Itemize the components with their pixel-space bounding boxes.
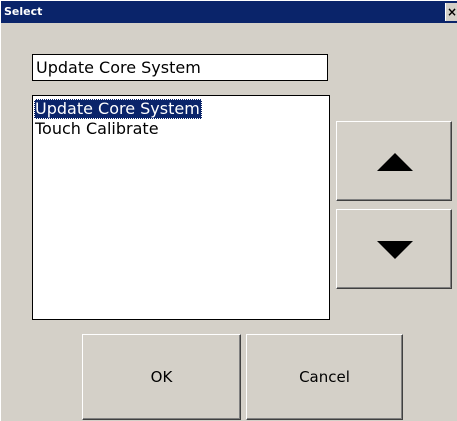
close-button[interactable]: × (445, 3, 457, 21)
close-icon: × (446, 5, 457, 19)
window-title: Select (4, 5, 43, 18)
cancel-button[interactable]: Cancel (246, 334, 403, 420)
selection-text-field[interactable]: Update Core System (32, 54, 328, 81)
triangle-up-icon (377, 153, 413, 171)
triangle-down-icon (377, 241, 413, 259)
scroll-down-button[interactable] (336, 209, 452, 289)
select-dialog: Select × Update Core System Update Core … (0, 0, 457, 421)
scroll-up-button[interactable] (336, 121, 452, 201)
list-item-update-core-system[interactable]: Update Core System (34, 99, 202, 119)
title-bar[interactable]: Select × (1, 1, 457, 23)
options-listbox[interactable]: Update Core System Touch Calibrate (32, 95, 330, 320)
list-item-touch-calibrate[interactable]: Touch Calibrate (34, 119, 159, 139)
ok-button[interactable]: OK (82, 334, 241, 420)
